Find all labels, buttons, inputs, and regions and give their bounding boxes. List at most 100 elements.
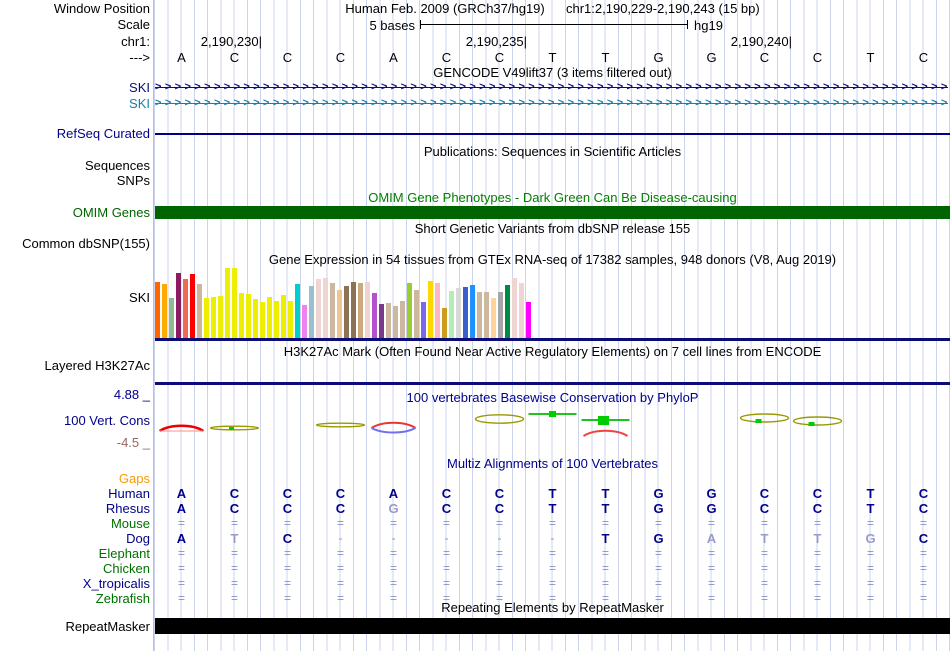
gtex-tissue-bar[interactable] bbox=[197, 284, 202, 338]
gtex-tissue-bar[interactable] bbox=[330, 283, 335, 338]
refseq-track-line[interactable] bbox=[155, 133, 950, 135]
sequences-label: Sequences bbox=[84, 158, 150, 173]
alignment-cell: = bbox=[919, 576, 927, 590]
h3k27ac-track-line[interactable] bbox=[155, 382, 950, 385]
gtex-tissue-bar[interactable] bbox=[162, 284, 167, 338]
gtex-tissue-bar[interactable] bbox=[246, 294, 251, 338]
gtex-tissue-bar[interactable] bbox=[435, 283, 440, 338]
gtex-tissue-bar[interactable] bbox=[505, 285, 510, 338]
omim-gene-bar[interactable] bbox=[155, 206, 950, 219]
base-letter: A bbox=[177, 50, 186, 65]
gtex-tissue-bar[interactable] bbox=[302, 305, 307, 338]
gtex-tissue-bar[interactable] bbox=[428, 281, 433, 338]
gtex-tissue-bar[interactable] bbox=[463, 287, 468, 338]
gtex-tissue-bar[interactable] bbox=[309, 286, 314, 338]
gtex-tissue-bar[interactable] bbox=[344, 286, 349, 338]
gtex-tissue-bar[interactable] bbox=[323, 278, 328, 338]
gtex-tissue-bar[interactable] bbox=[351, 282, 356, 338]
gtex-tissue-bar[interactable] bbox=[414, 290, 419, 338]
alignment-cell: C bbox=[282, 501, 293, 516]
gtex-tissue-bar[interactable] bbox=[253, 299, 258, 338]
gene-transcript-line[interactable]: >>>>>>>>>>>>>>>>>>>>>>>>>>>>>>>>>>>>>>>>… bbox=[155, 81, 948, 94]
alignment-cell: = bbox=[230, 516, 238, 530]
alignment-cell: C bbox=[335, 486, 346, 501]
gtex-tissue-bar[interactable] bbox=[442, 308, 447, 338]
gtex-tissue-bar[interactable] bbox=[274, 301, 279, 338]
alignment-cell: = bbox=[495, 561, 503, 575]
gtex-tissue-bar[interactable] bbox=[491, 298, 496, 338]
omim-title: OMIM Gene Phenotypes - Dark Green Can Be… bbox=[368, 190, 737, 205]
repeatmasker-bar[interactable] bbox=[155, 618, 950, 634]
alignment-cell: - bbox=[550, 531, 555, 545]
phylop-max-label: 4.88 _ bbox=[113, 387, 150, 402]
gtex-tissue-bar[interactable] bbox=[498, 292, 503, 338]
gtex-tissue-bar[interactable] bbox=[358, 283, 363, 338]
gtex-expression-chart[interactable] bbox=[155, 268, 950, 338]
alignment-cell: A bbox=[706, 531, 717, 546]
alignment-cell: C bbox=[812, 501, 823, 516]
gtex-tissue-bar[interactable] bbox=[484, 292, 489, 338]
gtex-tissue-bar[interactable] bbox=[512, 278, 517, 338]
gtex-tissue-bar[interactable] bbox=[470, 285, 475, 338]
gtex-tissue-bar[interactable] bbox=[281, 295, 286, 338]
alignment-cell: G bbox=[653, 501, 664, 516]
refseq-label: RefSeq Curated bbox=[56, 126, 150, 141]
gtex-tissue-bar[interactable] bbox=[218, 296, 223, 338]
multiz-title: Multiz Alignments of 100 Vertebrates bbox=[446, 456, 658, 471]
gtex-tissue-bar[interactable] bbox=[155, 282, 160, 338]
gtex-tissue-bar[interactable] bbox=[169, 298, 174, 338]
alignment-cell: = bbox=[230, 561, 238, 575]
gtex-tissue-bar[interactable] bbox=[232, 268, 237, 338]
alignment-cell: C bbox=[229, 501, 240, 516]
gtex-tissue-bar[interactable] bbox=[176, 273, 181, 338]
gene-label: SKI bbox=[129, 96, 150, 111]
gtex-tissue-bar[interactable] bbox=[421, 302, 426, 338]
gtex-tissue-bar[interactable] bbox=[267, 297, 272, 338]
alignment-cell: = bbox=[601, 546, 609, 560]
gtex-tissue-bar[interactable] bbox=[379, 304, 384, 338]
gtex-tissue-bar[interactable] bbox=[365, 282, 370, 338]
alignment-cell: = bbox=[442, 546, 450, 560]
gtex-tissue-bar[interactable] bbox=[407, 283, 412, 338]
gtex-tissue-bar[interactable] bbox=[393, 306, 398, 338]
gtex-tissue-bar[interactable] bbox=[190, 274, 195, 338]
gtex-tissue-bar[interactable] bbox=[477, 292, 482, 338]
gtex-tissue-bar[interactable] bbox=[225, 268, 230, 338]
alignment-cell: A bbox=[388, 486, 399, 501]
base-letter: C bbox=[494, 50, 505, 65]
phylop-conservation-plot[interactable] bbox=[155, 405, 950, 453]
alignment-cell: = bbox=[177, 546, 185, 560]
gtex-tissue-bar[interactable] bbox=[337, 290, 342, 338]
gtex-tissue-bar[interactable] bbox=[239, 293, 244, 338]
gtex-tissue-bar[interactable] bbox=[400, 301, 405, 338]
alignment-cell: C bbox=[282, 486, 293, 501]
alignment-cell: = bbox=[177, 561, 185, 575]
alignment-cell: = bbox=[230, 576, 238, 590]
gtex-tissue-bar[interactable] bbox=[316, 279, 321, 338]
gtex-tissue-bar[interactable] bbox=[288, 301, 293, 338]
species-label: Gaps bbox=[118, 471, 150, 486]
gtex-tissue-bar[interactable] bbox=[526, 302, 531, 338]
gtex-tissue-bar[interactable] bbox=[295, 284, 300, 338]
scale-value: 5 bases bbox=[369, 18, 415, 33]
alignment-cell: C bbox=[335, 501, 346, 516]
base-letter: T bbox=[601, 50, 610, 65]
gtex-tissue-bar[interactable] bbox=[449, 291, 454, 338]
gtex-tissue-bar[interactable] bbox=[386, 303, 391, 338]
base-letter: C bbox=[812, 50, 823, 65]
gtex-tissue-bar[interactable] bbox=[260, 302, 265, 338]
strand-arrow: ---> bbox=[129, 50, 150, 65]
gtex-tissue-bar[interactable] bbox=[519, 283, 524, 338]
gene-transcript-line[interactable]: >>>>>>>>>>>>>>>>>>>>>>>>>>>>>>>>>>>>>>>>… bbox=[155, 97, 948, 110]
alignment-cell: C bbox=[494, 501, 505, 516]
alignment-cell: = bbox=[495, 576, 503, 590]
species-label: Mouse bbox=[110, 516, 150, 531]
alignment-cell: T bbox=[813, 531, 822, 546]
base-letter: C bbox=[229, 50, 240, 65]
gtex-tissue-bar[interactable] bbox=[456, 288, 461, 338]
base-letter: T bbox=[866, 50, 875, 65]
gtex-tissue-bar[interactable] bbox=[204, 298, 209, 338]
gtex-tissue-bar[interactable] bbox=[183, 279, 188, 338]
gtex-tissue-bar[interactable] bbox=[372, 293, 377, 338]
gtex-tissue-bar[interactable] bbox=[211, 297, 216, 338]
